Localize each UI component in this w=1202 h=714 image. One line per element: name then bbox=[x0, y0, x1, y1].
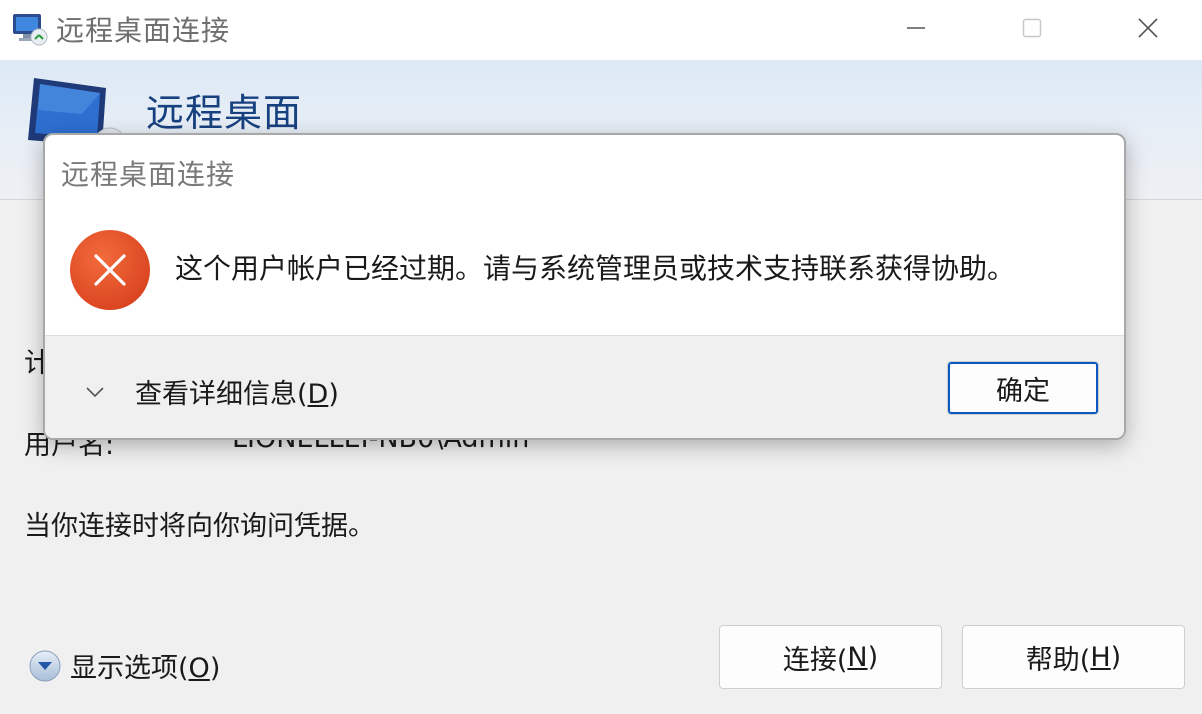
banner-title: 远程桌面 bbox=[146, 91, 303, 135]
dialog-title: 远程桌面连接 bbox=[61, 158, 236, 191]
ok-button[interactable]: 确定 bbox=[947, 361, 1099, 415]
title-bar[interactable]: 远程桌面连接 bbox=[0, 0, 1202, 60]
maximize-button[interactable] bbox=[992, 0, 1072, 56]
show-options-label: 显示选项(O) bbox=[70, 653, 221, 684]
error-message: 这个用户帐户已经过期。请与系统管理员或技术支持联系获得协助。 bbox=[175, 252, 1016, 285]
help-button[interactable]: 帮助(H) bbox=[962, 625, 1185, 689]
remote-desktop-app-icon bbox=[13, 14, 48, 46]
view-details-label: 查看详细信息(D) bbox=[135, 379, 339, 410]
minimize-icon bbox=[907, 27, 925, 29]
minimize-button[interactable] bbox=[876, 0, 956, 56]
expand-circle-icon bbox=[29, 650, 61, 681]
dialog-footer: 查看详细信息(D) 确定 bbox=[45, 335, 1124, 438]
error-icon bbox=[70, 230, 150, 310]
show-options-toggle[interactable]: 显示选项(O) bbox=[28, 646, 220, 685]
error-dialog: 远程桌面连接 这个用户帐户已经过期。请与系统管理员或技术支持联系获得协助。 查看… bbox=[43, 133, 1126, 440]
credentials-info-text: 当你连接时将向你询问凭据。 bbox=[24, 511, 375, 542]
remote-desktop-window: 远程桌面连接 远程桌面 计 用户名: LIONELL bbox=[0, 0, 1202, 714]
window-title: 远程桌面连接 bbox=[56, 14, 231, 47]
view-details-toggle[interactable]: 查看详细信息(D) bbox=[83, 372, 339, 411]
connect-button[interactable]: 连接(N) bbox=[719, 625, 942, 689]
close-button[interactable] bbox=[1108, 0, 1188, 56]
close-icon bbox=[1138, 18, 1158, 38]
maximize-icon bbox=[1022, 18, 1042, 38]
chevron-down-icon bbox=[86, 386, 104, 397]
